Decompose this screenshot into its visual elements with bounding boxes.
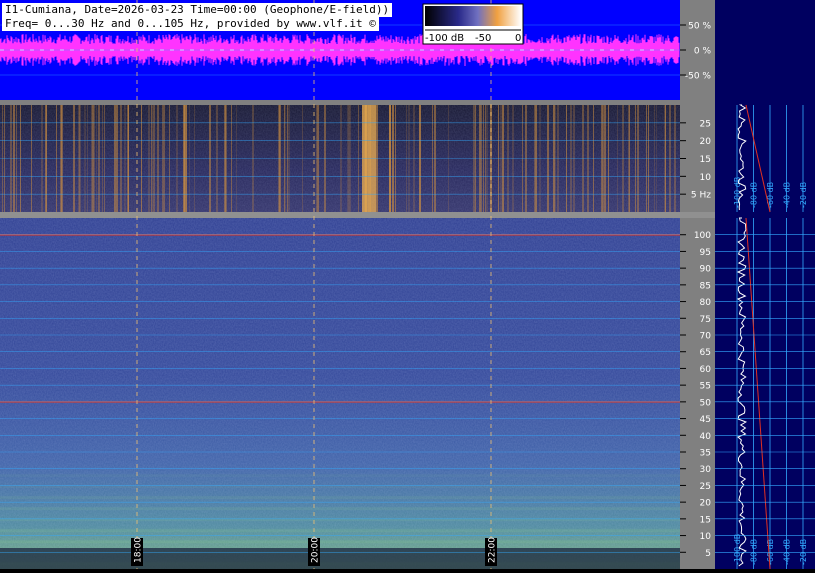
spectrogram-low-band [0,548,680,569]
y-tick-label: 5 [705,549,711,559]
header-line-1: I1-Cumiana, Date=2026-03-23 Time=00:00 (… [2,3,393,17]
y-tick-label: 20 [700,499,712,509]
y-tick-label: 25 [700,482,711,492]
separator-2 [0,212,715,218]
side-db-label: -80 dB [750,539,759,565]
y-tick-label: 20 [700,137,712,147]
spectrogram-band [0,529,680,533]
y-tick-label: 75 [700,315,711,325]
y-tick-label: 60 [700,365,712,375]
side-db-label: -40 dB [783,539,792,565]
y-tick-label: 5 Hz [691,191,711,201]
side-db-label: -20 dB [799,182,808,208]
spectrogram-band [0,496,680,500]
y-tick-label: 15 [700,515,711,525]
colorbar-label-min: -100 dB [425,33,464,44]
y-tick-label: 35 [700,449,711,459]
side-db-label: -100 dB [733,177,742,208]
y-tick-label: 90 [700,265,712,275]
y-tick-label: 10 [700,532,712,542]
y-tick-label: 80 [700,298,712,308]
side-db-label: -60 dB [766,539,775,565]
chart-canvas: -100 dB -80 dB -60 dB -40 dB -20 dB -100 dB -8… [0,0,815,570]
colorbar: -100 dB -50 0 [422,3,524,45]
y-tick-label: 50 [700,398,712,408]
y-tick-label: 40 [700,432,712,442]
y-tick-label: 45 [700,415,711,425]
side-db-label: -20 dB [799,539,808,565]
side-db-label: -60 dB [766,182,775,208]
time-tick-label: 22:00 [488,537,498,563]
y-tick-label: 85 [700,281,711,291]
y-tick-label: 30 [700,465,712,475]
y-tick-label: 100 [694,231,711,241]
y-tick-label: 25 [700,119,711,129]
y-tick-label: 55 [700,382,711,392]
y-tick-label: 10 [700,173,712,183]
time-tick-label: 20:00 [311,537,321,563]
y-tick-label: 95 [700,248,711,258]
colorbar-label-mid: -50 [475,33,491,44]
spectrogram-band [0,474,680,478]
side-db-label: -40 dB [783,182,792,208]
side-db-label: -80 dB [750,182,759,208]
colorbar-label-max: 0 [515,33,521,44]
y-tick-label: 65 [700,348,711,358]
separator-1 [0,100,715,105]
y-tick-label: -50 % [685,72,712,82]
time-tick-label: 18:00 [134,537,144,563]
y-tick-label: 15 [700,155,711,165]
spectrogram-band [0,540,680,544]
spectrogram-display: -100 dB -80 dB -60 dB -40 dB -20 dB -100 dB -8… [0,0,815,570]
spectrogram-band [0,507,680,511]
y-tick-label: 70 [700,332,712,342]
y-tick-label: 50 % [688,22,711,32]
header-line-2: Freq= 0...30 Hz and 0...105 Hz, provided… [2,17,379,31]
y-tick-label: 0 % [694,47,712,57]
